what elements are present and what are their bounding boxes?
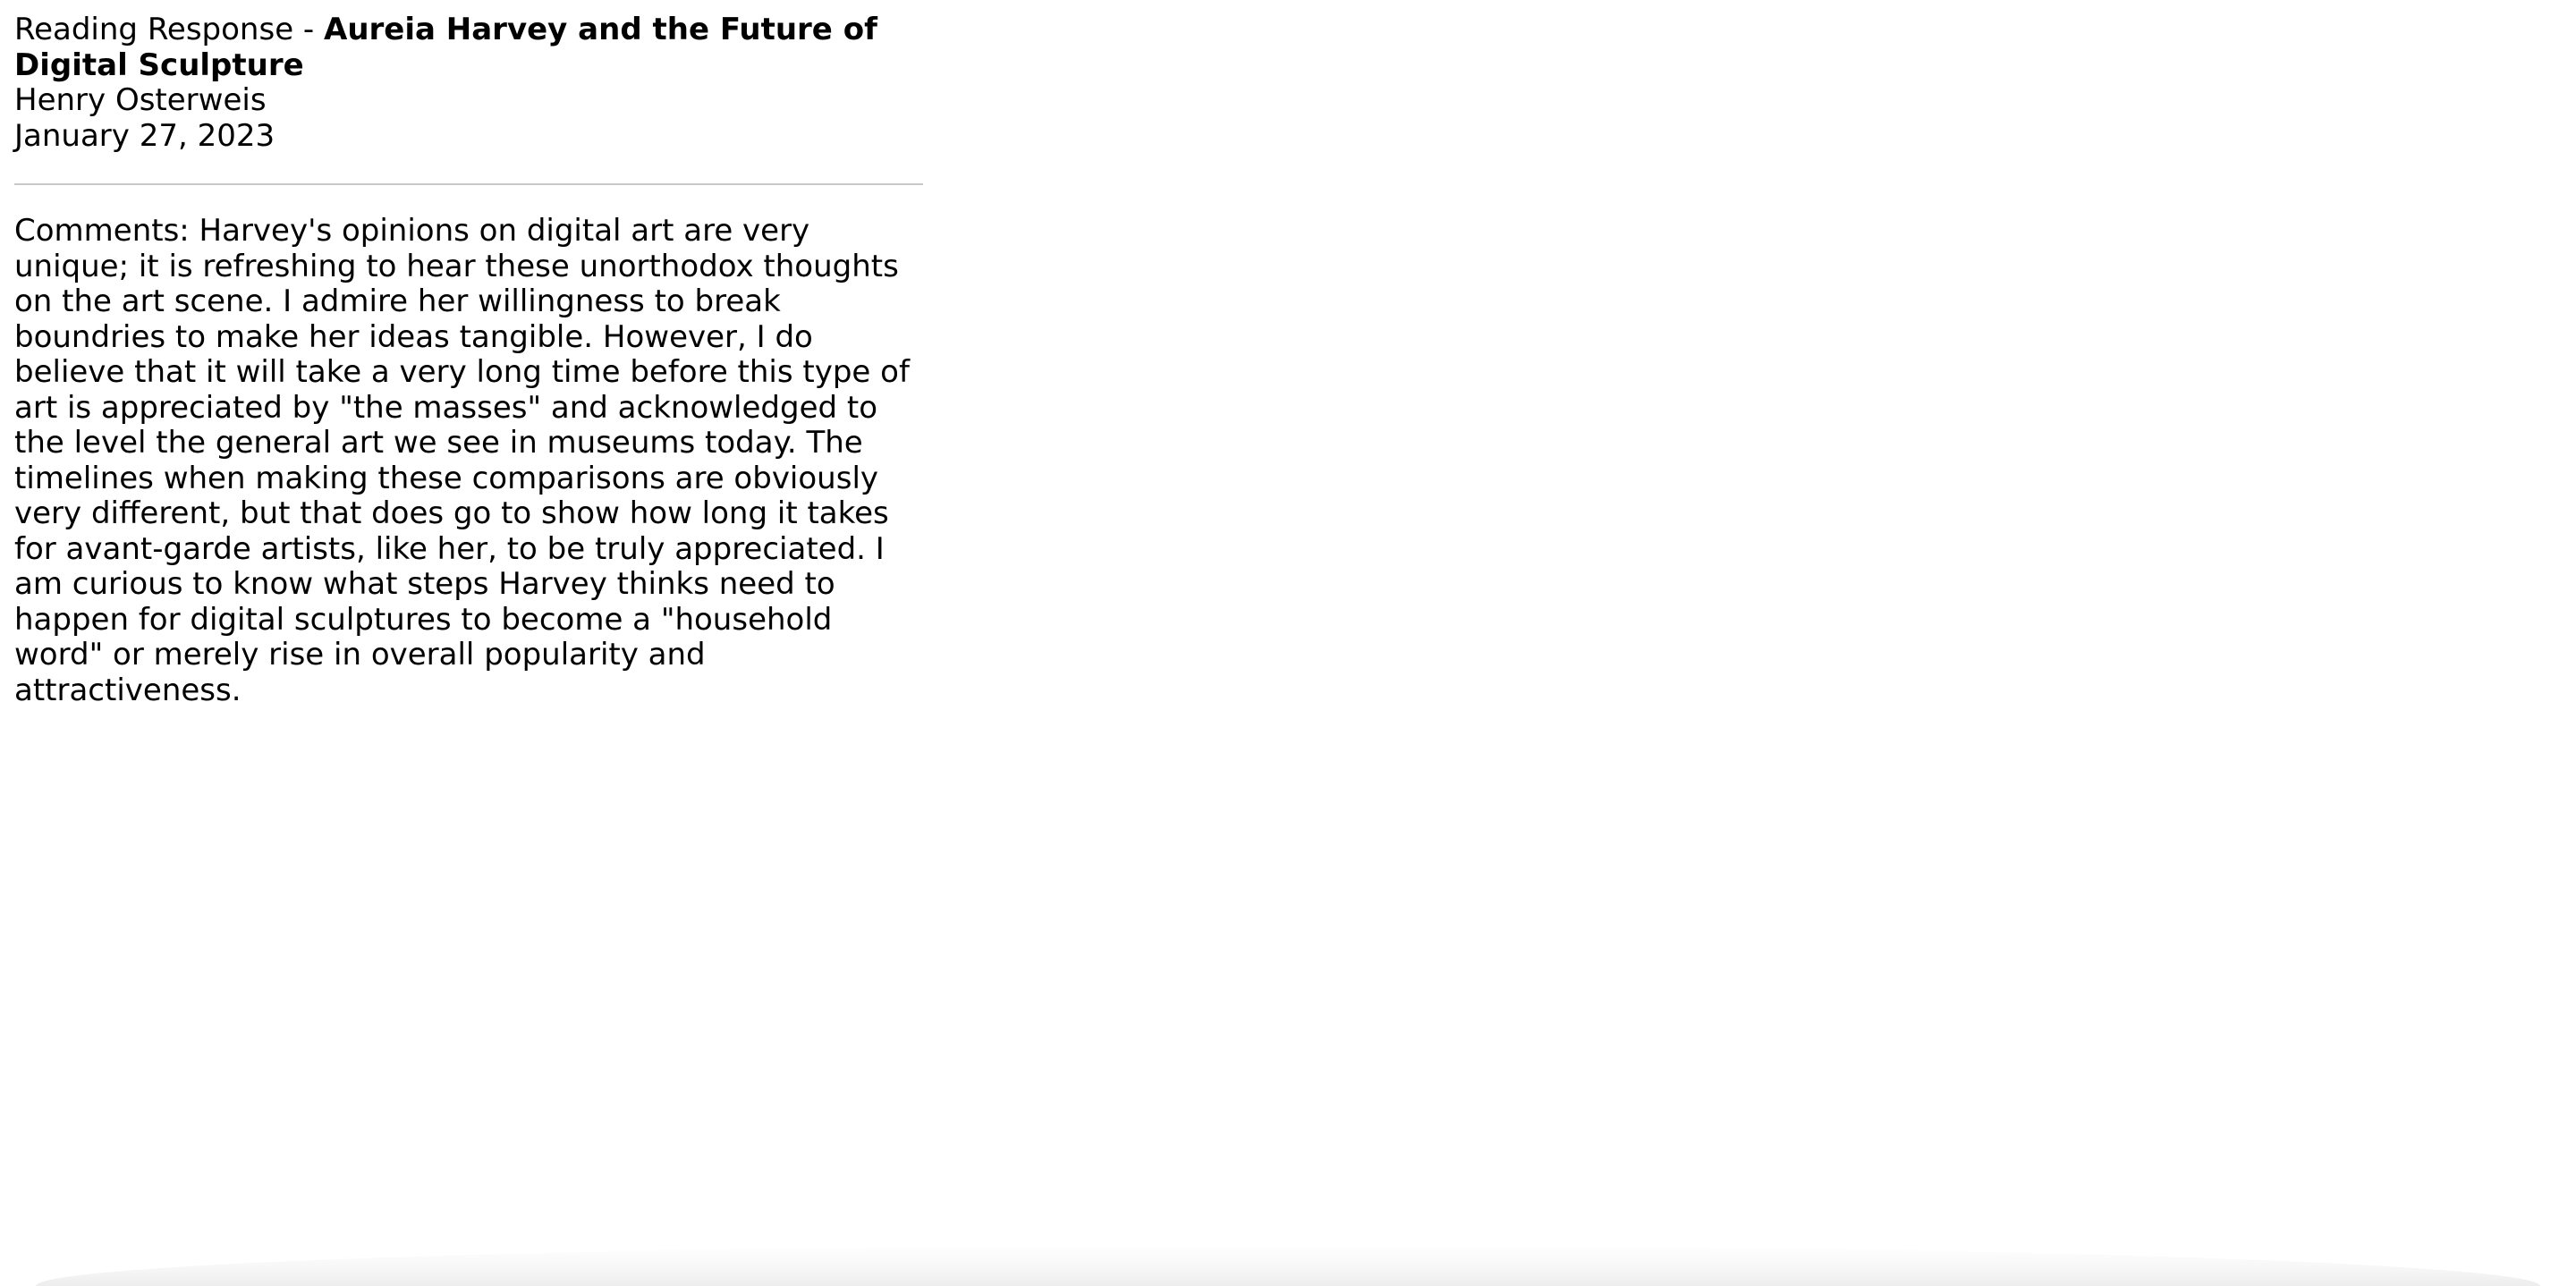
comments-paragraph: Comments: Harvey's opinions on digital a…	[14, 213, 910, 708]
title-prefix: Reading Response -	[14, 12, 324, 47]
author-name: Henry Osterweis	[14, 82, 267, 118]
bottom-shadow	[36, 1245, 2540, 1286]
page-title: Reading Response - Aureia Harvey and the…	[14, 12, 923, 83]
divider	[14, 183, 923, 185]
document-date: January 27, 2023	[14, 117, 275, 154]
document-page: Reading Response - Aureia Harvey and the…	[0, 0, 2576, 1286]
document-header: Reading Response - Aureia Harvey and the…	[14, 12, 923, 154]
